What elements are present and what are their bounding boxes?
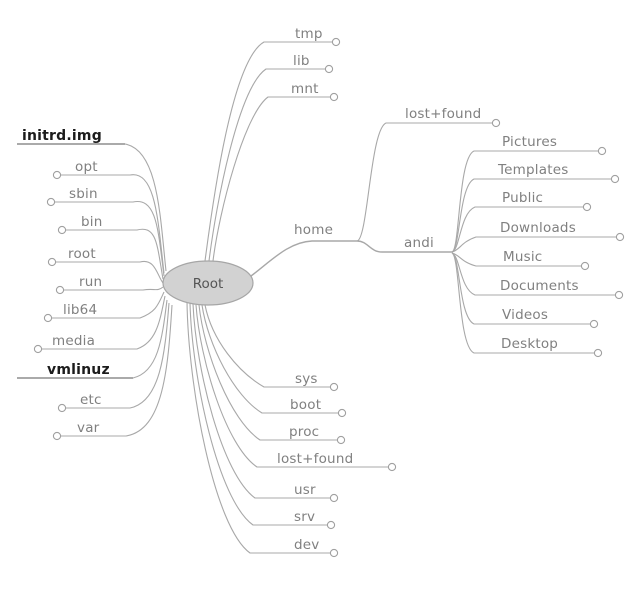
andi-child-labels: Pictures Templates Public Downloads Musi…	[497, 134, 579, 352]
endpoint-bottom-lost-found	[387, 462, 397, 472]
endpoint-lib	[324, 64, 334, 74]
endpoint-opt	[52, 170, 62, 180]
node-label-tmp[interactable]: tmp	[295, 26, 323, 42]
endpoint-root-dir	[47, 257, 57, 267]
endpoint-bin	[57, 225, 67, 235]
top-labels: tmp lib mnt	[291, 26, 323, 97]
endpoint-mnt	[329, 92, 339, 102]
endpoint-downloads	[615, 232, 625, 242]
connector-home-lost-found	[356, 122, 496, 242]
endpoint-sbin	[46, 197, 56, 207]
connector-etc	[62, 302, 170, 409]
node-label-mnt[interactable]: mnt	[291, 81, 319, 97]
endpoint-documents	[614, 290, 624, 300]
endpoint-pictures	[597, 146, 607, 156]
node-label-templates[interactable]: Templates	[497, 162, 568, 178]
node-label-etc[interactable]: etc	[80, 392, 102, 408]
home-branch	[250, 118, 501, 277]
node-label-lib64[interactable]: lib64	[63, 302, 97, 318]
node-label-desktop[interactable]: Desktop	[501, 336, 558, 352]
endpoint-boot	[337, 408, 347, 418]
endpoint-tmp	[331, 37, 341, 47]
connector-home	[250, 240, 357, 277]
node-label-bottom-lost-found[interactable]: lost+found	[277, 451, 353, 467]
node-label-public[interactable]: Public	[502, 190, 543, 206]
node-label-vmlinuz[interactable]: vmlinuz	[47, 362, 110, 378]
endpoint-run	[55, 285, 65, 295]
endpoint-dev	[329, 548, 339, 558]
left-labels: initrd.img opt sbin bin root run lib64 m…	[22, 128, 110, 436]
endpoint-desktop	[593, 348, 603, 358]
node-label-videos[interactable]: Videos	[502, 307, 548, 323]
node-label-media[interactable]: media	[52, 333, 95, 349]
mindmap-canvas: Root initrd.img opt sbin bin root run li…	[0, 0, 640, 589]
endpoint-public	[582, 202, 592, 212]
left-endpoints	[33, 170, 67, 441]
root-node-label: Root	[193, 276, 224, 292]
connector-root	[52, 260, 164, 284]
node-label-pictures[interactable]: Pictures	[502, 134, 557, 150]
node-label-documents[interactable]: Documents	[500, 278, 579, 294]
bottom-endpoints	[326, 382, 397, 558]
endpoint-etc	[57, 403, 67, 413]
node-label-srv[interactable]: srv	[294, 509, 315, 525]
node-label-initrd-img[interactable]: initrd.img	[22, 128, 102, 144]
endpoint-proc	[336, 435, 346, 445]
endpoint-usr	[329, 493, 339, 503]
node-label-run[interactable]: run	[79, 274, 102, 290]
node-label-music[interactable]: Music	[503, 249, 542, 265]
endpoint-templates	[610, 174, 620, 184]
node-label-downloads[interactable]: Downloads	[500, 220, 576, 236]
connector-sbin	[51, 201, 165, 277]
node-label-boot[interactable]: boot	[290, 397, 321, 413]
node-label-home-lost-found[interactable]: lost+found	[405, 106, 481, 122]
connector-bottom-lost-found	[195, 304, 392, 468]
endpoint-var	[52, 431, 62, 441]
endpoint-srv	[326, 520, 336, 530]
home-labels: home lost+found andi	[294, 106, 481, 251]
node-label-opt[interactable]: opt	[75, 159, 98, 175]
node-label-dev[interactable]: dev	[294, 537, 319, 553]
mindmap-svg: Root initrd.img opt sbin bin root run li…	[17, 26, 625, 558]
endpoint-home-lost-found	[491, 118, 501, 128]
root-node[interactable]: Root	[162, 260, 254, 306]
node-label-root-dir[interactable]: root	[68, 246, 96, 262]
node-label-usr[interactable]: usr	[294, 482, 316, 498]
endpoint-music	[580, 261, 590, 271]
node-label-bin[interactable]: bin	[81, 214, 102, 230]
node-label-home[interactable]: home	[294, 222, 333, 238]
node-label-sys[interactable]: sys	[295, 371, 318, 387]
node-label-andi[interactable]: andi	[404, 235, 434, 251]
bottom-labels: sys boot proc lost+found usr srv dev	[277, 371, 353, 553]
endpoint-videos	[589, 319, 599, 329]
node-label-lib[interactable]: lib	[293, 53, 310, 69]
node-label-sbin[interactable]: sbin	[69, 186, 98, 202]
endpoint-media	[33, 344, 43, 354]
top-endpoints	[324, 37, 341, 102]
node-label-var[interactable]: var	[77, 420, 100, 436]
connector-proc	[198, 304, 341, 441]
endpoint-sys	[329, 382, 339, 392]
node-label-proc[interactable]: proc	[289, 424, 319, 440]
endpoint-lib64	[43, 313, 53, 323]
